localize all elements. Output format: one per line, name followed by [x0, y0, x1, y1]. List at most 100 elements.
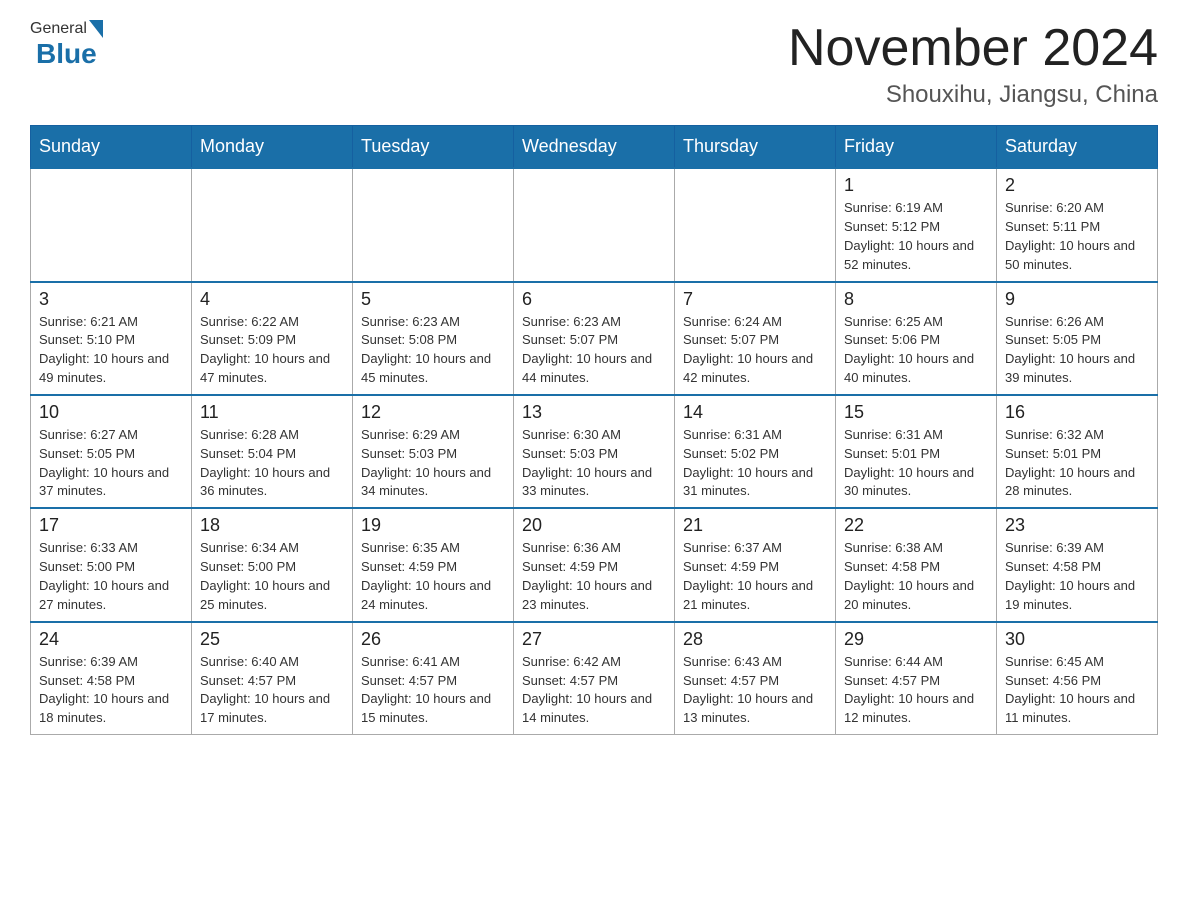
calendar-cell [353, 168, 514, 281]
day-number: 6 [522, 289, 666, 310]
day-info: Sunrise: 6:31 AM Sunset: 5:02 PM Dayligh… [683, 426, 827, 501]
calendar-cell: 10 Sunrise: 6:27 AM Sunset: 5:05 PM Dayli… [31, 395, 192, 508]
day-header-thursday: Thursday [675, 126, 836, 169]
header: General Blue November 2024 Shouxihu, Jia… [30, 20, 1158, 109]
day-number: 21 [683, 515, 827, 536]
day-number: 26 [361, 629, 505, 650]
month-title: November 2024 [788, 20, 1158, 77]
day-number: 24 [39, 629, 183, 650]
day-info: Sunrise: 6:43 AM Sunset: 4:57 PM Dayligh… [683, 653, 827, 728]
calendar-cell: 15 Sunrise: 6:31 AM Sunset: 5:01 PM Dayli… [836, 395, 997, 508]
calendar-cell: 9 Sunrise: 6:26 AM Sunset: 5:05 PM Daylig… [997, 282, 1158, 395]
logo-general-text: General [30, 20, 87, 38]
calendar-cell: 21 Sunrise: 6:37 AM Sunset: 4:59 PM Dayli… [675, 508, 836, 621]
day-number: 19 [361, 515, 505, 536]
day-number: 16 [1005, 402, 1149, 423]
day-number: 27 [522, 629, 666, 650]
calendar-cell: 20Sunrise: 6:36 AM Sunset: 4:59 PM Dayli… [514, 508, 675, 621]
day-number: 11 [200, 402, 344, 423]
calendar-cell: 5 Sunrise: 6:23 AM Sunset: 5:08 PM Daylig… [353, 282, 514, 395]
day-info: Sunrise: 6:41 AM Sunset: 4:57 PM Dayligh… [361, 653, 505, 728]
day-header-tuesday: Tuesday [353, 126, 514, 169]
day-number: 15 [844, 402, 988, 423]
calendar-cell: 3 Sunrise: 6:21 AM Sunset: 5:10 PM Daylig… [31, 282, 192, 395]
day-info: Sunrise: 6:38 AM Sunset: 4:58 PM Dayligh… [844, 539, 988, 614]
calendar-cell: 19 Sunrise: 6:35 AM Sunset: 4:59 PM Dayli… [353, 508, 514, 621]
day-number: 22 [844, 515, 988, 536]
calendar-cell: 28 Sunrise: 6:43 AM Sunset: 4:57 PM Dayli… [675, 622, 836, 735]
day-number: 13 [522, 402, 666, 423]
logo-blue-text: Blue [36, 38, 97, 69]
day-info: Sunrise: 6:19 AM Sunset: 5:12 PM Dayligh… [844, 199, 988, 274]
title-area: November 2024 Shouxihu, Jiangsu, China [788, 20, 1158, 109]
calendar-cell: 27 Sunrise: 6:42 AM Sunset: 4:57 PM Dayli… [514, 622, 675, 735]
day-number: 1 [844, 175, 988, 196]
calendar-cell: 12Sunrise: 6:29 AM Sunset: 5:03 PM Dayli… [353, 395, 514, 508]
day-number: 28 [683, 629, 827, 650]
day-info: Sunrise: 6:30 AM Sunset: 5:03 PM Dayligh… [522, 426, 666, 501]
day-info: Sunrise: 6:37 AM Sunset: 4:59 PM Dayligh… [683, 539, 827, 614]
day-number: 20 [522, 515, 666, 536]
calendar-cell: 8Sunrise: 6:25 AM Sunset: 5:06 PM Daylig… [836, 282, 997, 395]
week-row-5: 24 Sunrise: 6:39 AM Sunset: 4:58 PM Dayli… [31, 622, 1158, 735]
day-header-wednesday: Wednesday [514, 126, 675, 169]
day-number: 29 [844, 629, 988, 650]
calendar-cell: 23 Sunrise: 6:39 AM Sunset: 4:58 PM Dayli… [997, 508, 1158, 621]
day-number: 9 [1005, 289, 1149, 310]
day-number: 23 [1005, 515, 1149, 536]
calendar-cell: 30 Sunrise: 6:45 AM Sunset: 4:56 PM Dayli… [997, 622, 1158, 735]
day-info: Sunrise: 6:27 AM Sunset: 5:05 PM Dayligh… [39, 426, 183, 501]
day-info: Sunrise: 6:34 AM Sunset: 5:00 PM Dayligh… [200, 539, 344, 614]
calendar-cell: 4Sunrise: 6:22 AM Sunset: 5:09 PM Daylig… [192, 282, 353, 395]
day-info: Sunrise: 6:26 AM Sunset: 5:05 PM Dayligh… [1005, 313, 1149, 388]
calendar-cell [514, 168, 675, 281]
week-row-4: 17Sunrise: 6:33 AM Sunset: 5:00 PM Dayli… [31, 508, 1158, 621]
calendar-cell: 26 Sunrise: 6:41 AM Sunset: 4:57 PM Dayli… [353, 622, 514, 735]
week-row-3: 10 Sunrise: 6:27 AM Sunset: 5:05 PM Dayli… [31, 395, 1158, 508]
calendar-cell: 25Sunrise: 6:40 AM Sunset: 4:57 PM Dayli… [192, 622, 353, 735]
day-info: Sunrise: 6:21 AM Sunset: 5:10 PM Dayligh… [39, 313, 183, 388]
day-info: Sunrise: 6:31 AM Sunset: 5:01 PM Dayligh… [844, 426, 988, 501]
calendar-cell: 2Sunrise: 6:20 AM Sunset: 5:11 PM Daylig… [997, 168, 1158, 281]
day-number: 25 [200, 629, 344, 650]
day-info: Sunrise: 6:28 AM Sunset: 5:04 PM Dayligh… [200, 426, 344, 501]
day-info: Sunrise: 6:45 AM Sunset: 4:56 PM Dayligh… [1005, 653, 1149, 728]
day-info: Sunrise: 6:20 AM Sunset: 5:11 PM Dayligh… [1005, 199, 1149, 274]
day-info: Sunrise: 6:42 AM Sunset: 4:57 PM Dayligh… [522, 653, 666, 728]
logo: General Blue [30, 20, 105, 70]
day-number: 10 [39, 402, 183, 423]
day-number: 4 [200, 289, 344, 310]
calendar-cell: 11 Sunrise: 6:28 AM Sunset: 5:04 PM Dayli… [192, 395, 353, 508]
day-number: 30 [1005, 629, 1149, 650]
day-info: Sunrise: 6:23 AM Sunset: 5:08 PM Dayligh… [361, 313, 505, 388]
calendar-cell: 17Sunrise: 6:33 AM Sunset: 5:00 PM Dayli… [31, 508, 192, 621]
day-info: Sunrise: 6:23 AM Sunset: 5:07 PM Dayligh… [522, 313, 666, 388]
day-header-saturday: Saturday [997, 126, 1158, 169]
day-header-sunday: Sunday [31, 126, 192, 169]
day-number: 5 [361, 289, 505, 310]
day-number: 3 [39, 289, 183, 310]
day-info: Sunrise: 6:25 AM Sunset: 5:06 PM Dayligh… [844, 313, 988, 388]
calendar-cell: 18Sunrise: 6:34 AM Sunset: 5:00 PM Dayli… [192, 508, 353, 621]
day-info: Sunrise: 6:24 AM Sunset: 5:07 PM Dayligh… [683, 313, 827, 388]
day-info: Sunrise: 6:32 AM Sunset: 5:01 PM Dayligh… [1005, 426, 1149, 501]
day-number: 17 [39, 515, 183, 536]
week-row-2: 3 Sunrise: 6:21 AM Sunset: 5:10 PM Daylig… [31, 282, 1158, 395]
header-row: SundayMondayTuesdayWednesdayThursdayFrid… [31, 126, 1158, 169]
day-number: 7 [683, 289, 827, 310]
calendar-cell: 1 Sunrise: 6:19 AM Sunset: 5:12 PM Daylig… [836, 168, 997, 281]
calendar-cell: 7 Sunrise: 6:24 AM Sunset: 5:07 PM Daylig… [675, 282, 836, 395]
day-info: Sunrise: 6:35 AM Sunset: 4:59 PM Dayligh… [361, 539, 505, 614]
calendar-cell: 13 Sunrise: 6:30 AM Sunset: 5:03 PM Dayli… [514, 395, 675, 508]
calendar-cell: 24 Sunrise: 6:39 AM Sunset: 4:58 PM Dayli… [31, 622, 192, 735]
day-header-friday: Friday [836, 126, 997, 169]
calendar-cell [31, 168, 192, 281]
day-info: Sunrise: 6:44 AM Sunset: 4:57 PM Dayligh… [844, 653, 988, 728]
calendar-cell [192, 168, 353, 281]
calendar-cell: 16 Sunrise: 6:32 AM Sunset: 5:01 PM Dayli… [997, 395, 1158, 508]
location-title: Shouxihu, Jiangsu, China [788, 81, 1158, 109]
calendar-cell: 6 Sunrise: 6:23 AM Sunset: 5:07 PM Daylig… [514, 282, 675, 395]
day-info: Sunrise: 6:39 AM Sunset: 4:58 PM Dayligh… [1005, 539, 1149, 614]
day-info: Sunrise: 6:39 AM Sunset: 4:58 PM Dayligh… [39, 653, 183, 728]
day-info: Sunrise: 6:29 AM Sunset: 5:03 PM Dayligh… [361, 426, 505, 501]
